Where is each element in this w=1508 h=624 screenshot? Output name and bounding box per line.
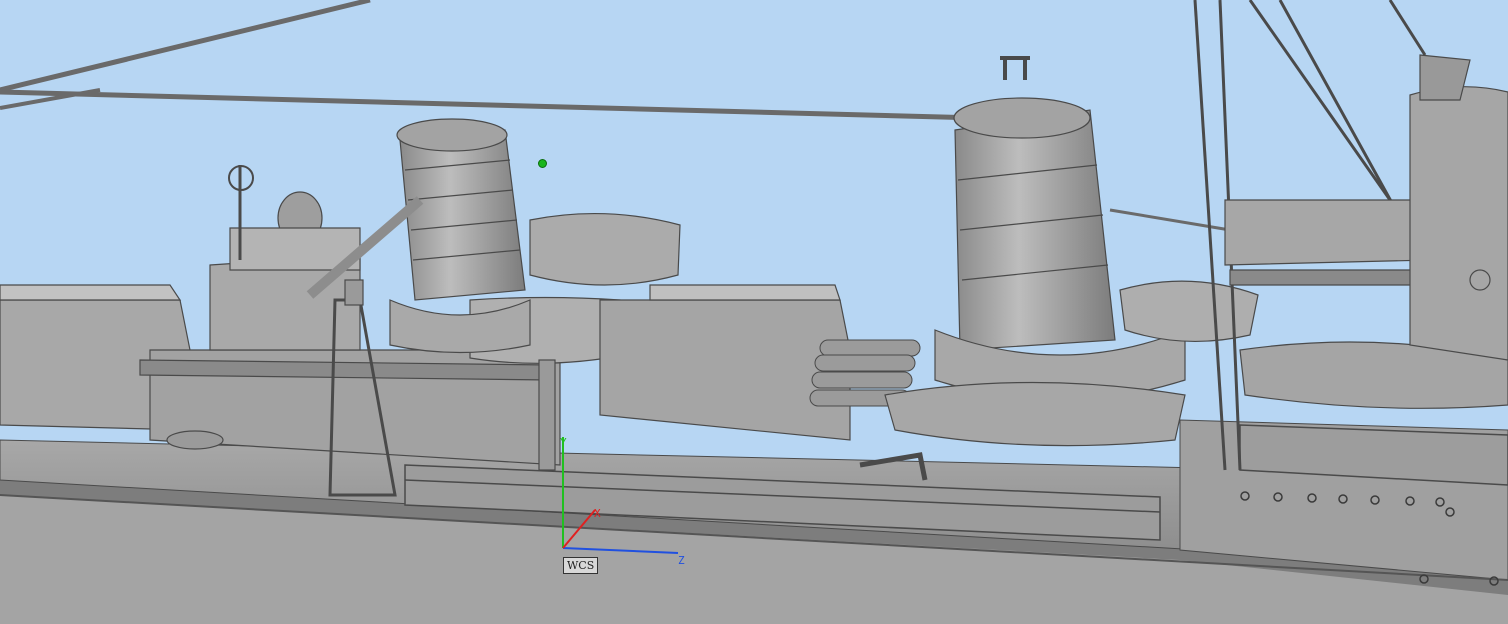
3d-viewport[interactable]: Y X Z WCS (0, 0, 1508, 624)
pick-point-marker (538, 159, 547, 168)
aft-superstructure (1224, 54, 1508, 361)
axis-y-label: Y (560, 436, 567, 449)
axis-x-label: X (594, 507, 601, 520)
axis-z-label: Z (678, 554, 685, 567)
wcs-indicator[interactable]: WCS (563, 557, 599, 574)
aft-funnel (934, 56, 1186, 401)
ship-model-render[interactable] (0, 0, 1508, 624)
